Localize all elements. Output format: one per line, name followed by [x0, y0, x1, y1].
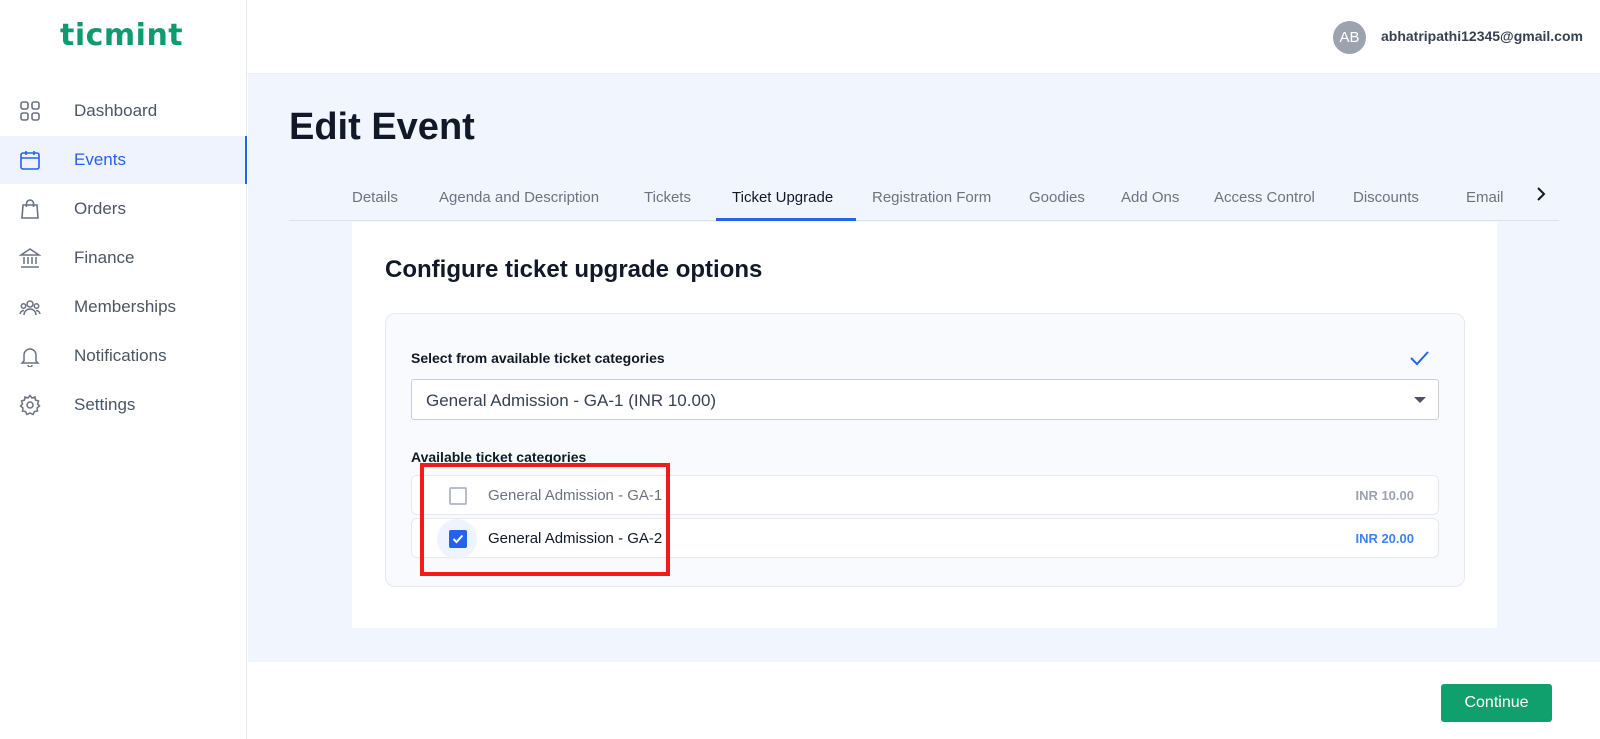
bell-icon [19, 345, 41, 367]
tab-agenda-and-description[interactable]: Agenda and Description [439, 189, 599, 206]
page-title: Edit Event [289, 106, 475, 148]
users-icon [19, 296, 41, 318]
sidebar-item-memberships[interactable]: Memberships [0, 283, 247, 331]
sidebar-item-label: Orders [74, 199, 126, 218]
ticket-category-select[interactable]: General Admission - GA-1 (INR 10.00) [411, 379, 1439, 420]
avatar[interactable]: AB [1333, 21, 1366, 54]
tab-goodies[interactable]: Goodies [1029, 189, 1085, 206]
sidebar-item-label: Events [74, 150, 126, 169]
section-title: Configure ticket upgrade options [385, 256, 763, 283]
sidebar-item-label: Settings [74, 395, 136, 414]
tab-add-ons[interactable]: Add Ons [1121, 189, 1179, 206]
tab-discounts[interactable]: Discounts [1353, 189, 1419, 206]
sidebar-item-label: Notifications [74, 346, 167, 365]
tab-ticket-upgrade[interactable]: Ticket Upgrade [732, 189, 833, 206]
red-highlight-box [420, 463, 670, 576]
check-icon [1408, 349, 1430, 367]
sidebar-item-label: Finance [74, 248, 135, 267]
dashboard-grid-icon [19, 100, 41, 122]
sidebar-item-dashboard[interactable]: Dashboard [0, 87, 247, 135]
tab-access-control[interactable]: Access Control [1214, 189, 1315, 206]
caret-down-icon [1414, 397, 1426, 403]
sidebar: ticmint Dashboard Events Orders Finance … [0, 0, 247, 739]
user-email[interactable]: abhatripathi12345@gmail.com [1381, 28, 1583, 44]
category-price: INR 20.00 [1355, 531, 1414, 546]
sidebar-item-finance[interactable]: Finance [0, 234, 247, 282]
sidebar-item-label: Dashboard [74, 101, 158, 120]
active-tab-indicator [716, 218, 856, 221]
sidebar-item-settings[interactable]: Settings [0, 381, 247, 429]
footer [248, 662, 1600, 739]
sidebar-item-label: Memberships [74, 297, 177, 316]
calendar-icon [19, 149, 41, 171]
event-tabs: Details Agenda and Description Tickets T… [289, 179, 1559, 221]
tab-email[interactable]: Email [1466, 189, 1504, 206]
ticmint-logo[interactable]: ticmint [60, 18, 183, 53]
gear-icon [19, 394, 41, 416]
sidebar-item-events[interactable]: Events [0, 136, 247, 184]
tab-registration-form[interactable]: Registration Form [872, 189, 991, 206]
tab-tickets[interactable]: Tickets [644, 189, 691, 206]
chevron-right-icon[interactable] [1534, 185, 1548, 203]
continue-button[interactable]: Continue [1441, 684, 1552, 722]
tab-details[interactable]: Details [352, 189, 398, 206]
bank-icon [19, 247, 41, 269]
category-price: INR 10.00 [1355, 488, 1414, 503]
shopping-bag-icon [19, 198, 41, 220]
sidebar-item-notifications[interactable]: Notifications [0, 332, 247, 380]
select-label: Select from available ticket categories [411, 350, 665, 366]
sidebar-item-orders[interactable]: Orders [0, 185, 247, 233]
select-value: General Admission - GA-1 (INR 10.00) [426, 391, 717, 410]
